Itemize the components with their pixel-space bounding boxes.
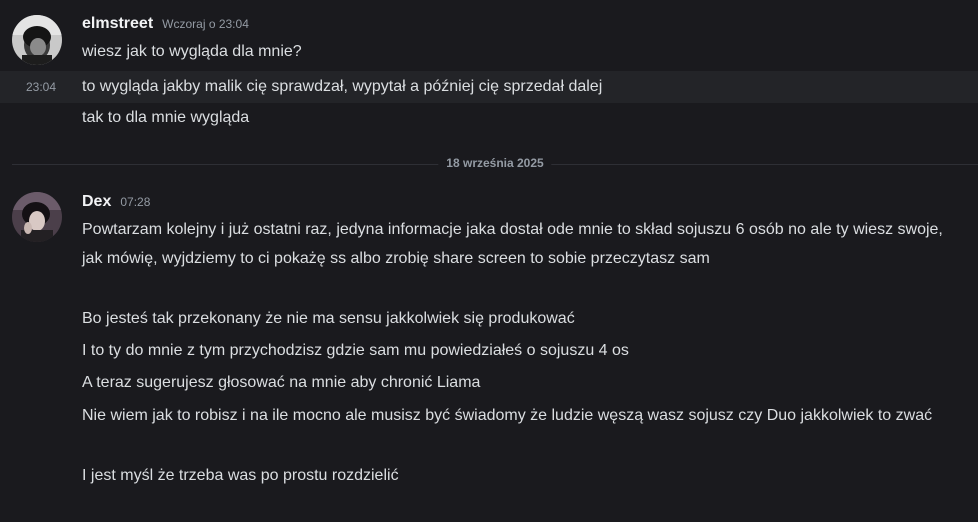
message-timestamp[interactable]: 07:28 [120,195,150,209]
message-text: Bo jesteś tak przekonany że nie ma sensu… [82,310,575,327]
avatar-dex[interactable] [12,192,62,242]
avatar-elmstreet[interactable] [12,15,62,65]
message-text: I to ty do mnie z tym przychodzisz gdzie… [82,342,629,359]
date-divider-label: 18 września 2025 [438,156,552,170]
username[interactable]: Dex [82,193,111,211]
message-text: Nie wiem jak to robisz i na ile mocno al… [82,407,933,424]
message-side-timestamp[interactable]: 23:04 [26,71,56,103]
message-text: wiesz jak to wygląda dla mnie? [82,43,302,60]
message-timestamp[interactable]: Wczoraj o 23:04 [162,17,249,31]
avatar-elmstreet-image [12,15,62,65]
message-text: A teraz sugerujesz głosować na mnie aby … [82,374,481,391]
message-text: Powtarzam kolejny i już ostatni raz, jed… [82,221,943,267]
message-header-dex: Dex 07:28 [82,193,150,215]
message-text: I jest myśl że trzeba was po prostu rozd… [82,467,399,484]
message-text: to wygląda jakby malik cię sprawdzał, wy… [82,78,603,95]
message-row-hovered[interactable]: 23:04 to wygląda jakby malik cię sprawdz… [0,71,978,103]
message-header-elmstreet: elmstreet Wczoraj o 23:04 [82,15,249,37]
avatar-dex-image [12,192,62,242]
message-text: tak to dla mnie wygląda [82,109,250,126]
date-divider: 18 września 2025 [12,156,978,170]
username[interactable]: elmstreet [82,15,153,33]
